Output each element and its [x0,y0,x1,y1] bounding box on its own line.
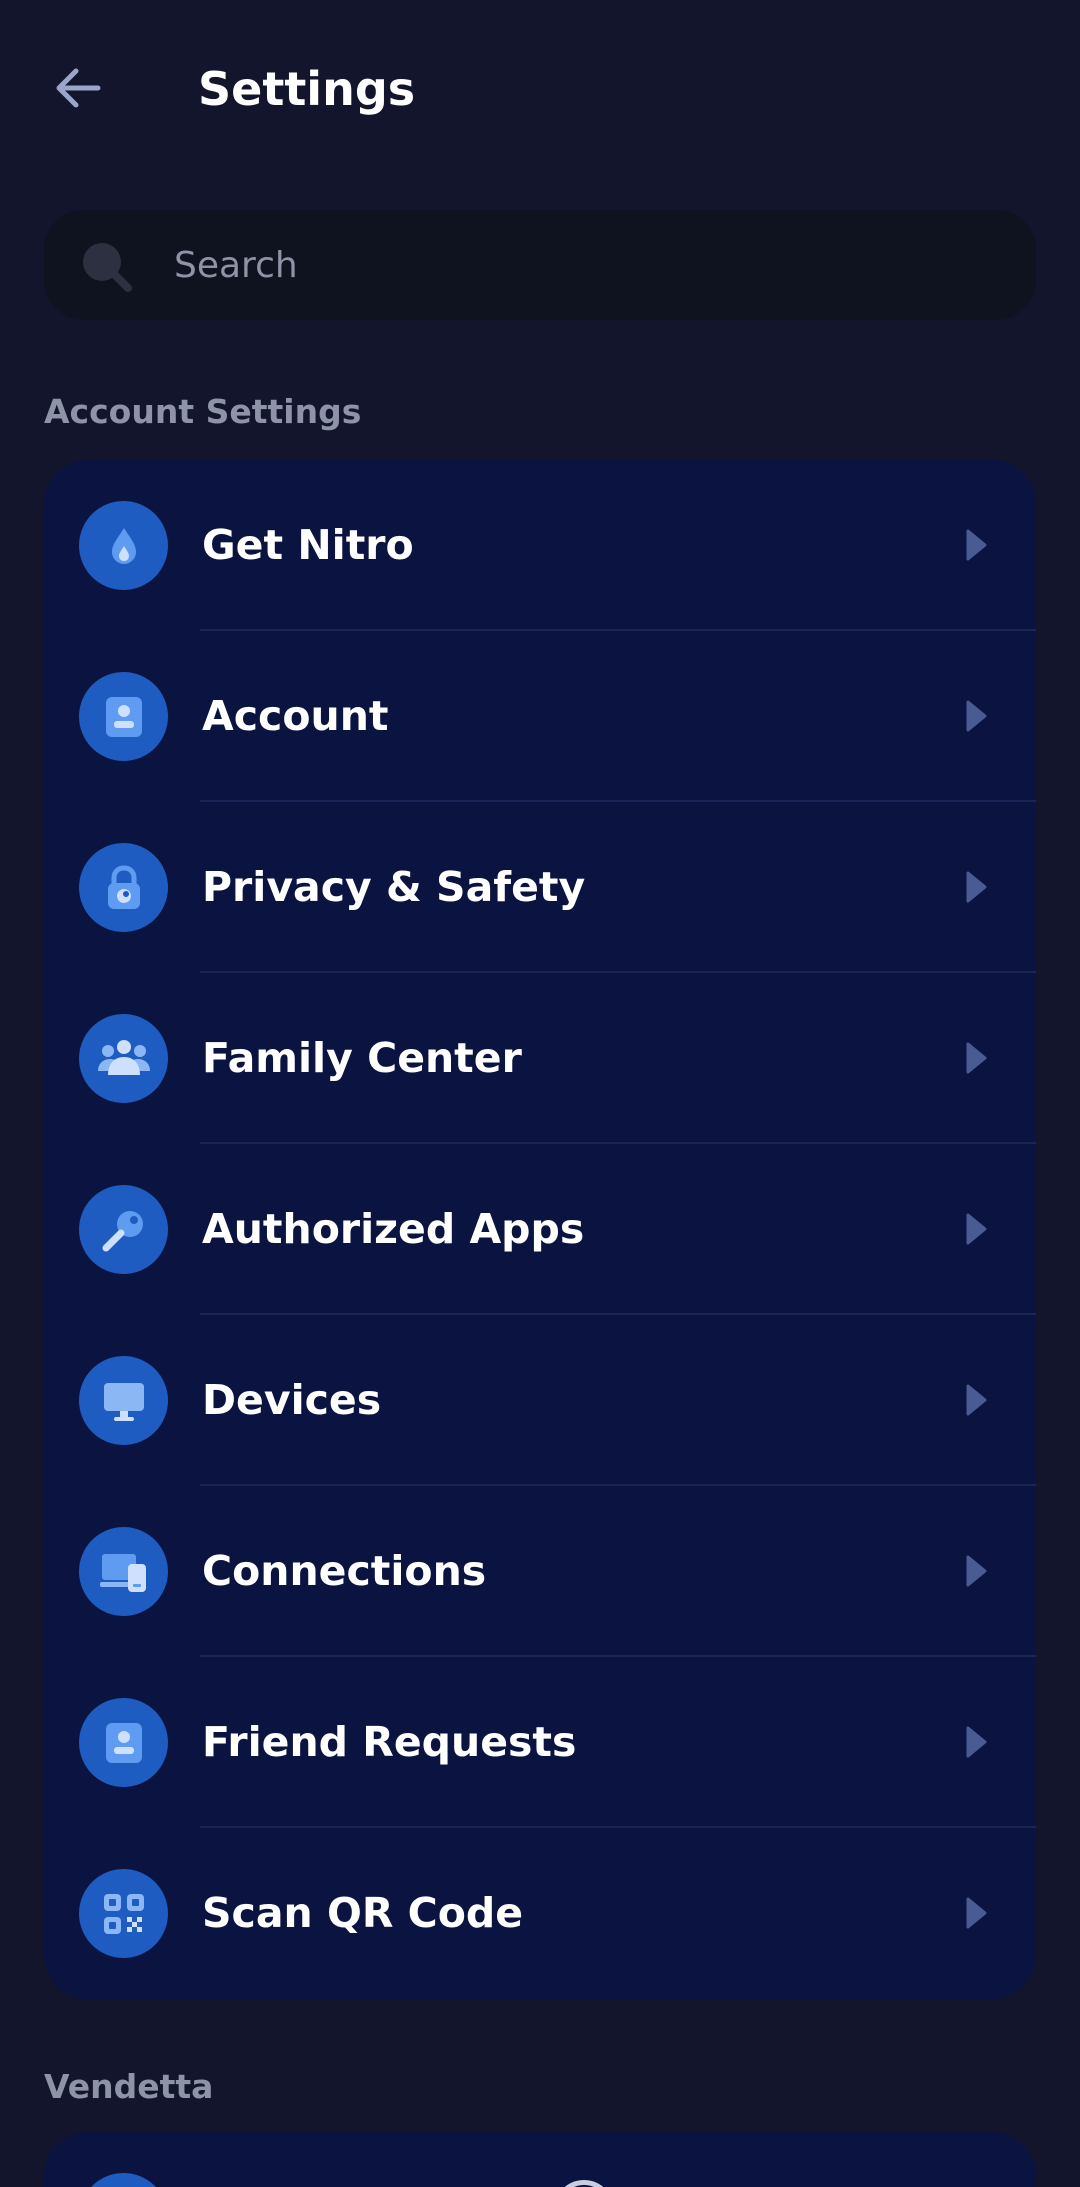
chevron-right-icon [956,1380,996,1420]
monitor-icon-wrap [79,1356,168,1445]
settings-item-label: Connections [202,1547,487,1595]
account-icon-wrap [79,672,168,761]
settings-item-label: Friend Requests [202,1718,577,1766]
family-icon-wrap [79,1014,168,1103]
key-icon [102,1210,143,1251]
settings-item-account[interactable]: Account [44,631,1036,802]
chevron-right-icon [956,1209,996,1249]
chevron-right-icon [956,696,996,736]
account-icon [105,696,142,737]
nitro-icon [111,527,136,564]
chevron-right-icon [956,1893,996,1933]
connections-icon-wrap [79,1527,168,1616]
settings-item-scan-qr-code[interactable]: Scan QR Code [44,1828,1036,1999]
settings-item-family-center[interactable]: Family Center [44,973,1036,1144]
nitro-icon-wrap [79,501,168,590]
back-button[interactable] [44,54,112,122]
friend-requests-icon-wrap [79,1698,168,1787]
connections-icon [99,1553,146,1592]
chevron-right-icon [956,525,996,565]
friend-requests-icon [105,1722,142,1763]
settings-item-authorized-apps[interactable]: Authorized Apps [44,1144,1036,1315]
page-title: Settings [198,62,416,116]
settings-item-label: Family Center [202,1034,522,1082]
vendetta-item-badge-icon [554,2180,614,2187]
section-label-account-settings: Account Settings [44,392,362,431]
settings-item-connections[interactable]: Connections [44,1486,1036,1657]
settings-item-privacy-safety[interactable]: Privacy & Safety [44,802,1036,973]
settings-item-get-nitro[interactable]: Get Nitro [44,460,1036,631]
settings-item-label: Get Nitro [202,521,414,569]
search-input[interactable] [174,210,994,320]
lock-icon-wrap [79,843,168,932]
chevron-right-icon [956,1722,996,1762]
arrow-left-icon [56,68,101,108]
qr-code-icon-wrap [79,1869,168,1958]
settings-item-friend-requests[interactable]: Friend Requests [44,1657,1036,1828]
settings-item-label: Authorized Apps [202,1205,585,1253]
search-icon [83,243,132,292]
monitor-icon [103,1382,144,1421]
settings-screen: Settings Account Settings Get Nitro [0,0,1080,2187]
chevron-right-icon [956,867,996,907]
section-label-vendetta: Vendetta [44,2067,214,2106]
settings-item-label: Scan QR Code [202,1889,524,1937]
vendetta-card [44,2132,1036,2187]
settings-item-label: Devices [202,1376,382,1424]
chevron-right-icon [956,1551,996,1591]
qr-code-icon [103,1893,144,1934]
account-settings-card: Get Nitro Account Privacy & Safety Famil… [44,460,1036,1999]
vendetta-item-icon [79,2173,168,2187]
header: Settings [0,0,1080,180]
chevron-right-icon [956,1038,996,1078]
search-bar[interactable] [44,210,1036,320]
settings-item-label: Privacy & Safety [202,863,586,911]
family-icon [97,1039,150,1075]
settings-item-devices[interactable]: Devices [44,1315,1036,1486]
lock-icon [107,864,140,909]
key-icon-wrap [79,1185,168,1274]
settings-item-label: Account [202,692,389,740]
